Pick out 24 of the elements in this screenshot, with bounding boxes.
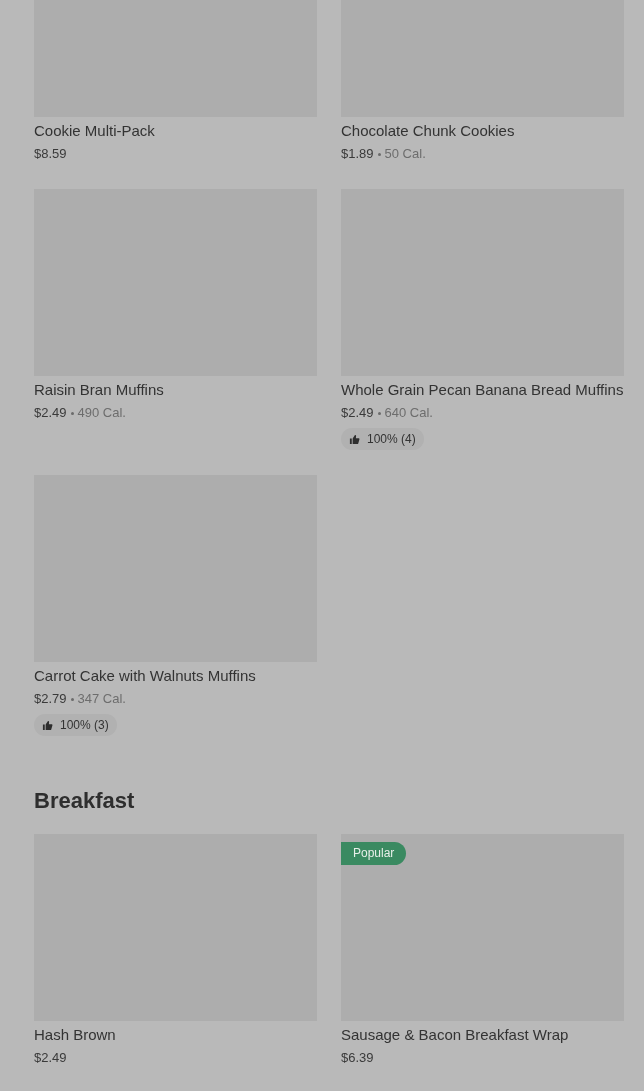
item-price: $2.49	[34, 404, 67, 422]
rating-badge: 100% (3)	[34, 714, 117, 736]
thumbs-up-icon	[42, 719, 53, 731]
item-price: $2.49	[34, 1049, 67, 1067]
item-price: $1.89	[341, 145, 374, 163]
item-name: Sausage & Bacon Breakfast Wrap	[341, 1025, 570, 1045]
item-name: Cookie Multi-Pack	[34, 121, 156, 141]
item-name: Raisin Bran Muffins	[34, 380, 165, 400]
rating-badge: 100% (4)	[341, 428, 424, 450]
item-name: Carrot Cake with Walnuts Muffins	[34, 666, 257, 686]
item-price: $6.39	[341, 1049, 374, 1067]
thumbs-up-icon	[349, 433, 360, 445]
item-name: Chocolate Chunk Cookies	[341, 121, 516, 141]
item-price: $2.79	[34, 690, 67, 708]
item-price: $8.59	[34, 145, 67, 163]
item-calories: 347 Cal.	[77, 690, 126, 708]
item-calories: 490 Cal.	[77, 404, 126, 422]
item-name: Hash Brown	[34, 1025, 117, 1045]
item-calories: 50 Cal.	[384, 145, 426, 163]
item-name: Whole Grain Pecan Banana Bread Muffins	[341, 380, 624, 400]
section-heading: Breakfast	[34, 787, 136, 815]
item-price: $2.49	[341, 404, 374, 422]
item-calories: 640 Cal.	[384, 404, 433, 422]
popular-badge: Popular	[341, 842, 407, 865]
